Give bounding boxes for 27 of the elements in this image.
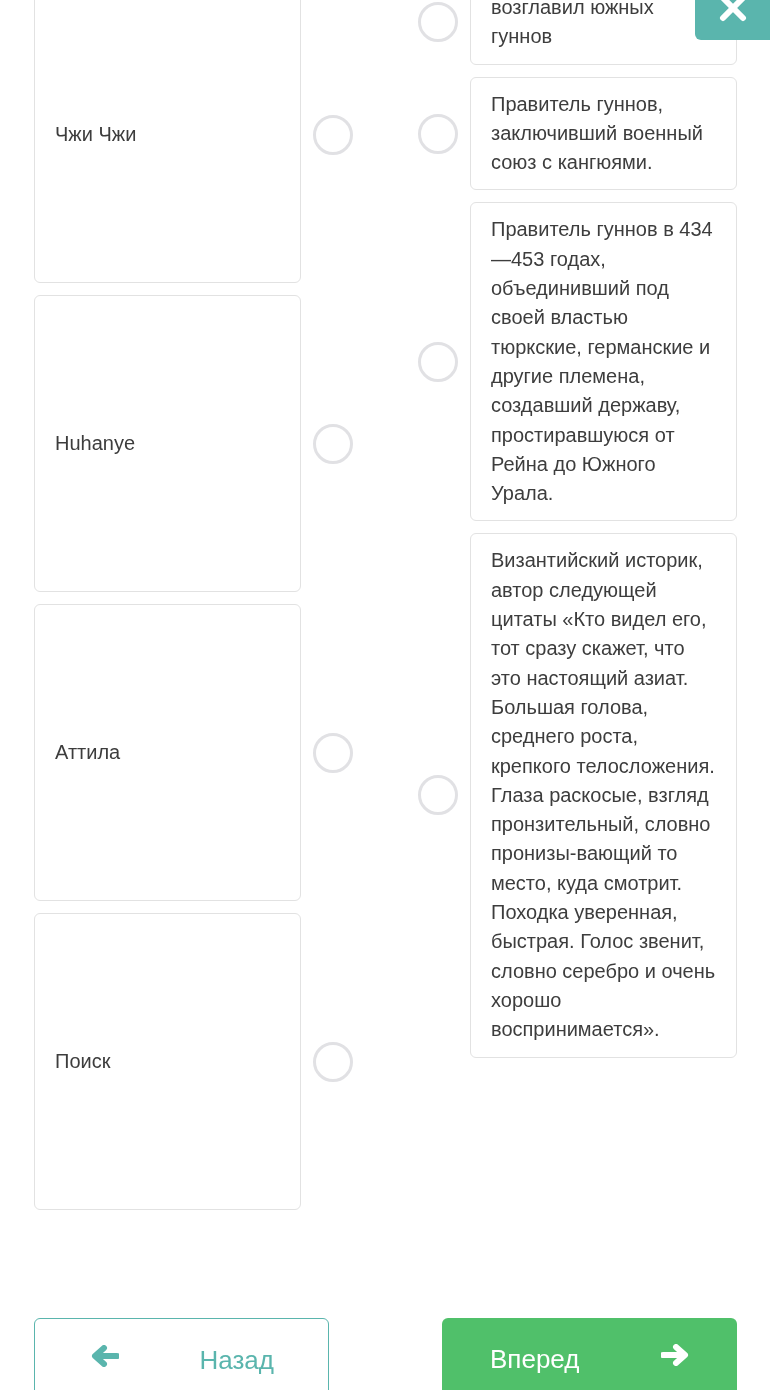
card-text: Правитель гуннов, заключивший военный союз с кангюями. xyxy=(491,91,704,176)
card-label: Huhanye xyxy=(55,432,136,455)
radio-button[interactable] xyxy=(418,2,458,43)
answer-card[interactable]: Чжи Чжи xyxy=(34,0,301,283)
radio-button[interactable] xyxy=(313,732,353,773)
card-text: возглавил южных гуннов xyxy=(491,0,655,50)
answer-card[interactable] xyxy=(470,533,737,1058)
answer-card[interactable]: Аттила xyxy=(34,604,301,901)
card-text: Правитель гуннов в 434—453 годах, объединивший под своей властью тюркские, германские и другие племена, создавший державу, простиравшуюся от Рейна до Южного Урала. xyxy=(491,217,714,507)
radio-button[interactable] xyxy=(418,113,458,154)
card-label: Аттила xyxy=(55,741,121,764)
radio-button[interactable] xyxy=(313,423,353,464)
close-icon xyxy=(717,0,748,24)
card-label: Поиск xyxy=(55,1050,111,1073)
answer-card[interactable]: Правитель гуннов в 434—453 годах, объединивший под своей властью тюркские, германские и другие племена, создавший державу, простиравшуюся от Рейна до Южного Урала. xyxy=(470,202,737,522)
radio-button[interactable] xyxy=(313,114,353,155)
card-text: Византийский историк, автор следующей цитаты «Кто видел его, тот сразу скажет, что это настоящий азиат. Большая голова, среднего роста, крепкого телосложения. Глаза раскосые, взгляд пронзительный, словно пронизы-вающий то место, куда смотрит. Походка уверенная, быстрая. Голос звенит, словно серебро и очень хорошо воспринимается». xyxy=(491,548,717,1043)
close-button[interactable] xyxy=(695,0,770,40)
answer-card[interactable]: Поиск xyxy=(34,913,301,1210)
answer-card[interactable]: Правитель гуннов, заключивший военный союз с кангюями. xyxy=(470,76,737,191)
answer-card[interactable]: Huhanye xyxy=(34,295,301,592)
radio-button[interactable] xyxy=(418,341,458,382)
card-label: Чжи Чжи xyxy=(55,123,137,146)
arrow-right-icon xyxy=(661,1344,689,1366)
radio-button[interactable] xyxy=(418,775,458,816)
radio-button[interactable] xyxy=(313,1041,353,1082)
arrow-left-icon xyxy=(91,1345,119,1367)
